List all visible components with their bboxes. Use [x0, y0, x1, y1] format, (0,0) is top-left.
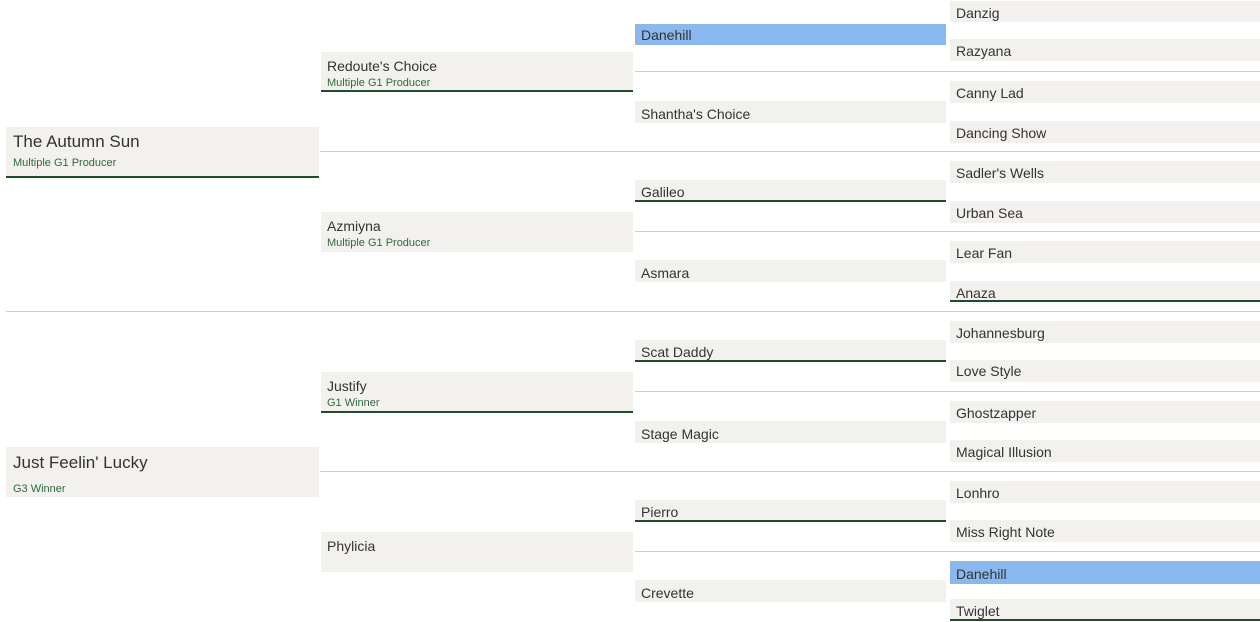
horse-name: Sadler's Wells	[956, 165, 1044, 181]
achievement-underline	[6, 176, 319, 178]
horse-name: Shantha's Choice	[641, 106, 751, 122]
pedigree-cell-ghostzapper[interactable]: Ghostzapper	[950, 401, 1260, 423]
pedigree-cell-danzig[interactable]: Danzig	[950, 1, 1260, 22]
horse-name: Danzig	[956, 5, 1000, 21]
achievement-underline	[635, 360, 946, 362]
pedigree-cell-crevette[interactable]: Crevette	[635, 580, 946, 602]
horse-name: Dancing Show	[956, 125, 1047, 141]
horse-name: Miss Right Note	[956, 524, 1055, 540]
horse-name: Razyana	[956, 43, 1012, 59]
pedigree-cell-love-style[interactable]: Love Style	[950, 360, 1260, 382]
horse-name: Danehill	[956, 566, 1007, 582]
pedigree-cell-danehill[interactable]: Danehill	[635, 24, 946, 45]
pedigree-cell-stage-magic[interactable]: Stage Magic	[635, 421, 946, 443]
pedigree-cell-pierro[interactable]: Pierro	[635, 500, 946, 521]
achievement-note: G1 Winner	[327, 397, 380, 409]
pedigree-cell-lear-fan[interactable]: Lear Fan	[950, 241, 1260, 263]
pedigree-cell-redoutes-choice[interactable]: Redoute's Choice Multiple G1 Producer	[321, 52, 633, 92]
horse-name: Magical Illusion	[956, 444, 1052, 460]
separator-line	[635, 551, 1260, 552]
horse-name: Canny Lad	[956, 85, 1024, 101]
horse-name: Galileo	[641, 184, 685, 200]
pedigree-cell-anaza[interactable]: Anaza	[950, 281, 1260, 301]
horse-name: Lonhro	[956, 485, 1000, 501]
achievement-underline	[321, 90, 633, 92]
horse-name: The Autumn Sun	[13, 132, 140, 151]
separator-line	[635, 71, 1260, 72]
achievement-underline	[635, 200, 946, 202]
pedigree-cell-azmiyna[interactable]: Azmiyna Multiple G1 Producer	[321, 212, 633, 252]
separator-line	[320, 151, 1260, 152]
horse-name: Azmiyna	[327, 218, 381, 234]
horse-name: Anaza	[956, 285, 996, 301]
horse-name: Justify	[327, 378, 367, 394]
achievement-note: Multiple G1 Producer	[327, 77, 431, 89]
pedigree-cell-sadlers-wells[interactable]: Sadler's Wells	[950, 161, 1260, 183]
separator-line	[635, 391, 1260, 392]
pedigree-cell-urban-sea[interactable]: Urban Sea	[950, 201, 1260, 223]
horse-name: Ghostzapper	[956, 405, 1037, 421]
pedigree-cell-lonhro[interactable]: Lonhro	[950, 481, 1260, 503]
horse-name: Pierro	[641, 504, 679, 520]
achievement-note: G3 Winner	[13, 483, 66, 495]
pedigree-cell-johannesburg[interactable]: Johannesburg	[950, 321, 1260, 343]
achievement-underline	[635, 520, 946, 522]
horse-name: Danehill	[641, 27, 692, 43]
horse-name: Twiglet	[956, 603, 1000, 619]
horse-name: Redoute's Choice	[327, 58, 438, 74]
pedigree-cell-asmara[interactable]: Asmara	[635, 260, 946, 282]
achievement-note: Multiple G1 Producer	[327, 237, 431, 249]
achievement-underline	[950, 300, 1260, 302]
pedigree-cell-miss-right-note[interactable]: Miss Right Note	[950, 520, 1260, 542]
achievement-underline	[321, 411, 633, 413]
pedigree-cell-phylicia[interactable]: Phylicia	[321, 532, 633, 572]
pedigree-cell-danehill-dam-line[interactable]: Danehill	[950, 561, 1260, 584]
horse-name: Scat Daddy	[641, 344, 714, 360]
horse-name: Crevette	[641, 585, 694, 601]
pedigree-cell-magical-illusion[interactable]: Magical Illusion	[950, 440, 1260, 462]
horse-name: Lear Fan	[956, 245, 1013, 261]
horse-name: Urban Sea	[956, 205, 1023, 221]
horse-name: Just Feelin' Lucky	[13, 453, 148, 472]
pedigree-cell-razyana[interactable]: Razyana	[950, 39, 1260, 61]
horse-name: Asmara	[641, 265, 690, 281]
achievement-note: Multiple G1 Producer	[13, 157, 117, 169]
achievement-underline	[950, 619, 1260, 621]
pedigree-cell-justify[interactable]: Justify G1 Winner	[321, 372, 633, 412]
pedigree-cell-shanthas-choice[interactable]: Shantha's Choice	[635, 101, 946, 123]
horse-name: Love Style	[956, 363, 1022, 379]
pedigree-cell-twiglet[interactable]: Twiglet	[950, 599, 1260, 621]
separator-line	[6, 311, 1260, 312]
horse-name: Stage Magic	[641, 426, 719, 442]
pedigree-cell-just-feelin-lucky[interactable]: Just Feelin' Lucky G3 Winner	[6, 447, 319, 497]
separator-line	[635, 231, 1260, 232]
horse-name: Phylicia	[327, 538, 376, 554]
pedigree-cell-galileo[interactable]: Galileo	[635, 180, 946, 201]
pedigree-cell-the-autumn-sun[interactable]: The Autumn Sun Multiple G1 Producer	[6, 127, 319, 177]
separator-line	[320, 471, 1260, 472]
pedigree-cell-dancing-show[interactable]: Dancing Show	[950, 121, 1260, 143]
pedigree-cell-canny-lad[interactable]: Canny Lad	[950, 81, 1260, 103]
horse-name: Johannesburg	[956, 325, 1045, 341]
pedigree-cell-scat-daddy[interactable]: Scat Daddy	[635, 340, 946, 361]
